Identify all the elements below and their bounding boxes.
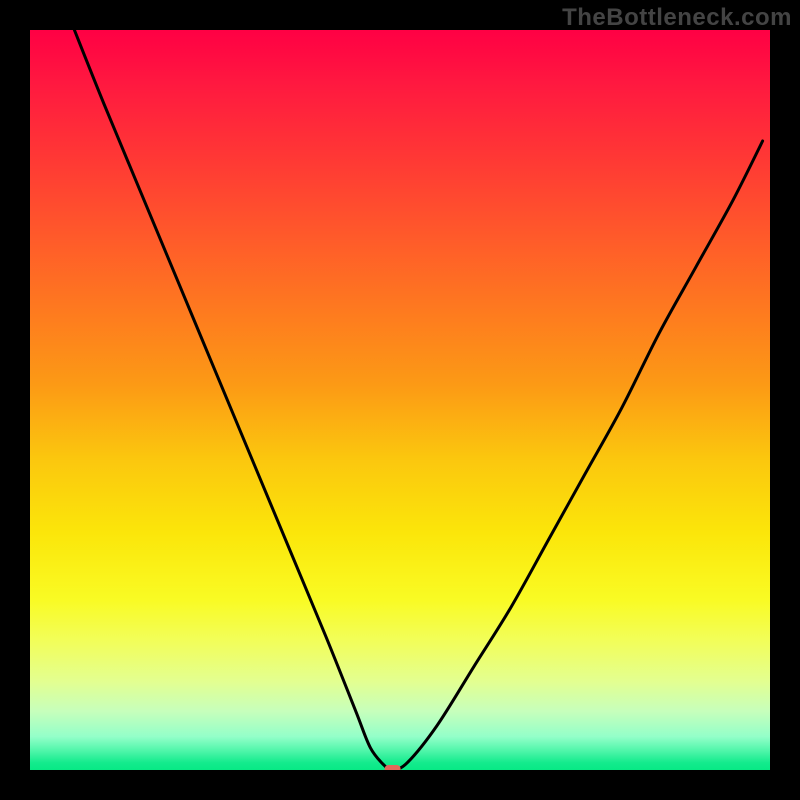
curve-svg <box>30 30 770 770</box>
bottleneck-curve <box>74 30 762 770</box>
minimum-marker <box>385 765 401 770</box>
watermark-text: TheBottleneck.com <box>562 4 792 32</box>
chart-stage: TheBottleneck.com <box>0 0 800 800</box>
plot-area <box>30 30 770 770</box>
